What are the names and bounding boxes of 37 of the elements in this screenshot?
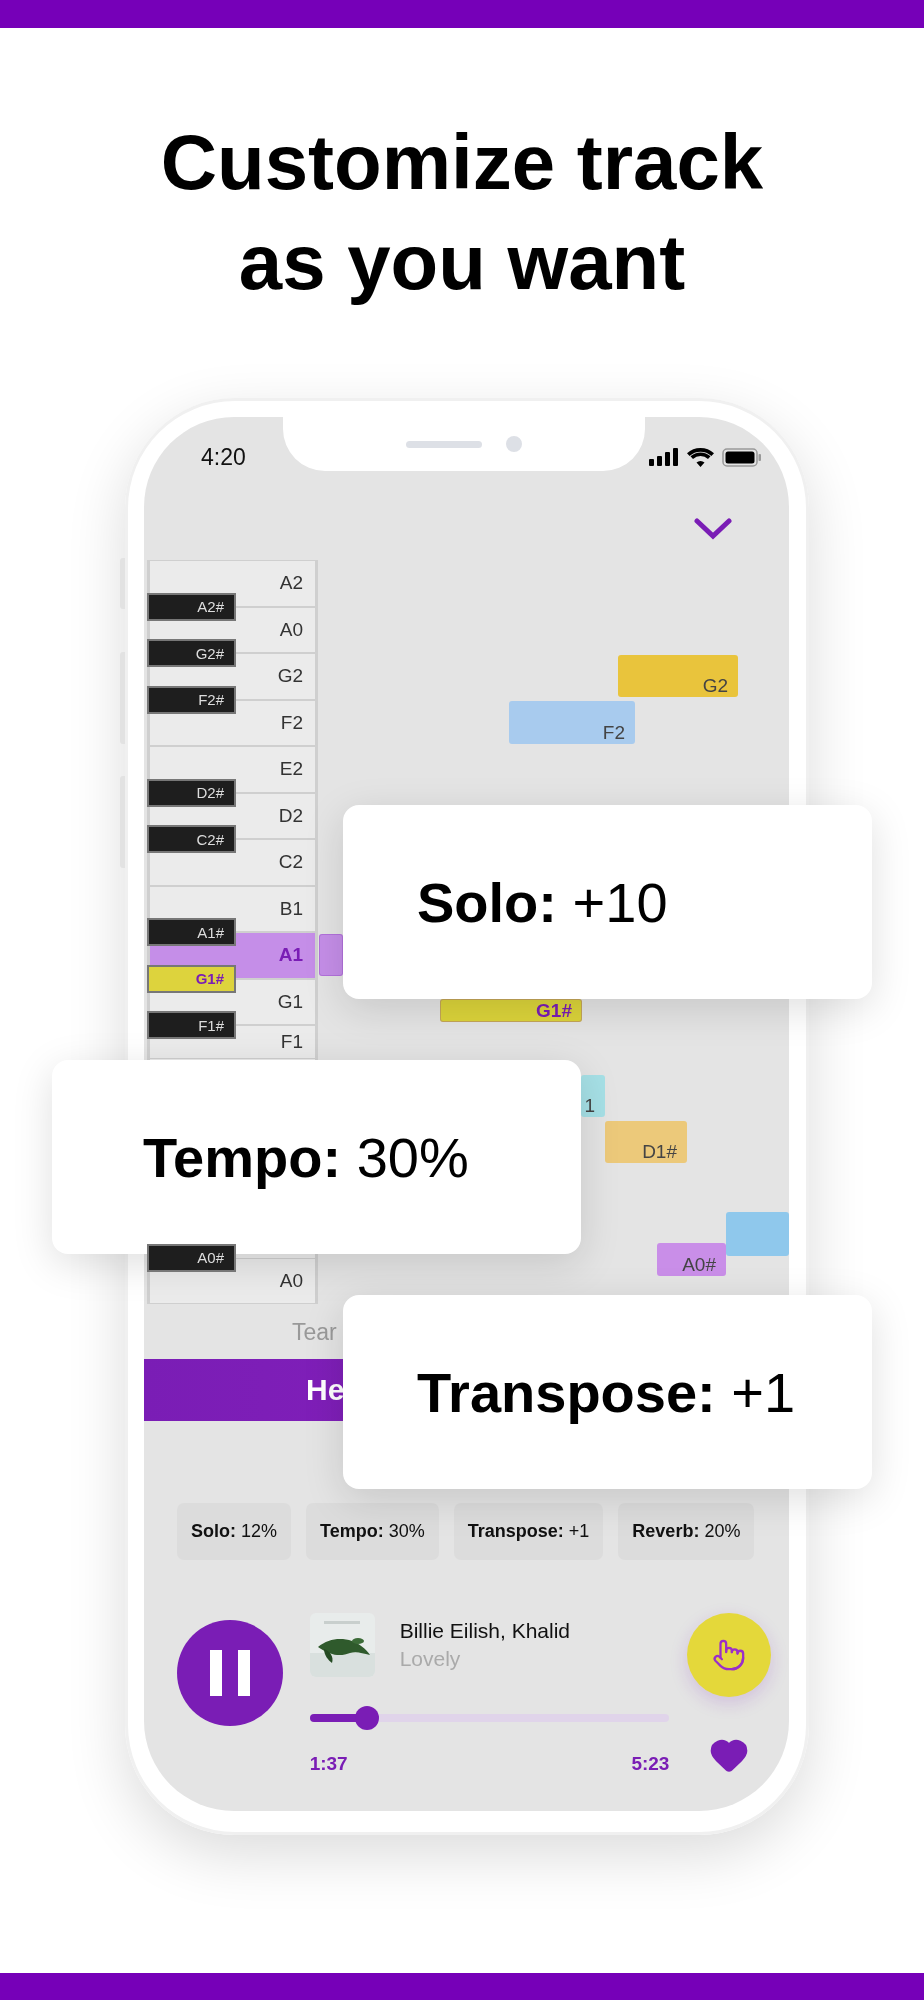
setting-chip[interactable]: Tempo: 30% xyxy=(306,1503,439,1560)
camera-dot xyxy=(506,436,522,452)
sharp-key[interactable]: D2# xyxy=(147,778,236,807)
battery-icon xyxy=(722,447,762,467)
headline: Customize track xyxy=(160,117,764,208)
note-block[interactable]: 1 xyxy=(581,1075,605,1117)
setting-chip[interactable]: Solo: 12% xyxy=(177,1503,292,1560)
note-block[interactable]: D1# xyxy=(605,1121,687,1163)
note-block[interactable]: A0# xyxy=(657,1243,726,1276)
setting-chip[interactable]: Transpose: +1 xyxy=(453,1503,604,1560)
sharp-key[interactable]: G2# xyxy=(147,639,236,667)
chevron-down-icon[interactable] xyxy=(694,517,732,540)
callout-text: Solo: +10 xyxy=(417,869,668,935)
artist-name: Billie Eilish, Khalid xyxy=(399,1619,571,1643)
progress-thumb[interactable] xyxy=(355,1706,380,1730)
pause-icon xyxy=(209,1650,250,1696)
note-block[interactable]: F2 xyxy=(509,701,635,744)
headline: as you want xyxy=(238,217,686,308)
elapsed-time: 1:37 xyxy=(309,1753,348,1775)
callout-text: Tempo: 30% xyxy=(143,1124,469,1190)
note-block[interactable]: G2 xyxy=(618,655,738,697)
status-time: 4:20 xyxy=(201,443,246,471)
hand-pointer-icon xyxy=(712,1638,747,1672)
sharp-key[interactable]: A1# xyxy=(147,918,236,946)
setting-chip[interactable]: Reverb: 20% xyxy=(618,1503,755,1560)
wifi-icon xyxy=(687,447,714,467)
note-block[interactable]: G1# xyxy=(440,999,582,1022)
sharp-key[interactable]: A0# xyxy=(147,1243,236,1272)
signal-icon xyxy=(649,448,679,466)
sharp-key[interactable]: A2# xyxy=(147,592,236,621)
sharp-key[interactable]: F2# xyxy=(147,685,236,714)
lyric-line: Tear xyxy=(291,1318,338,1347)
sharp-key[interactable]: F1# xyxy=(147,1011,236,1039)
sharp-key[interactable]: G1# xyxy=(147,964,236,993)
sharp-key[interactable]: C2# xyxy=(147,825,236,853)
song-title: Lovely xyxy=(399,1647,462,1671)
duration-time: 5:23 xyxy=(631,1753,670,1775)
